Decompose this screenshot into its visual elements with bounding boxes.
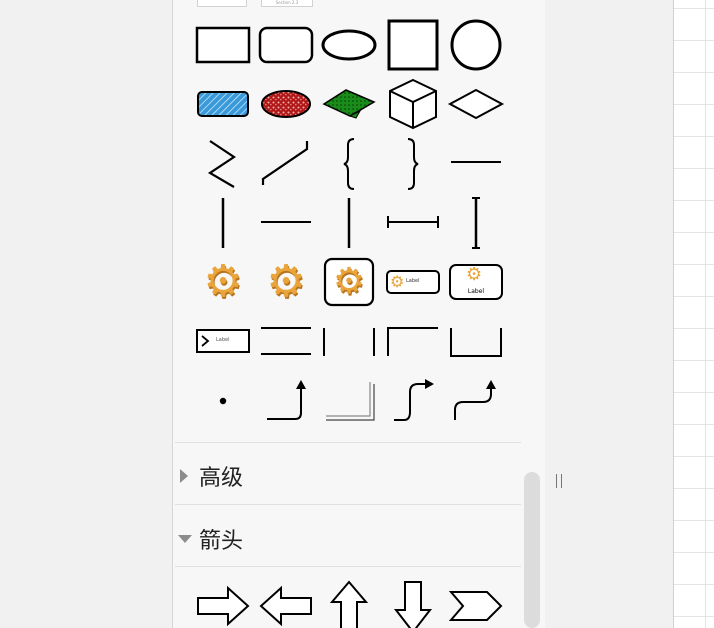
section-title-arrows: 箭头 (199, 529, 244, 554)
ellipse-icon[interactable] (320, 16, 378, 74)
right-brace-icon[interactable] (384, 135, 442, 193)
section-header-arrows[interactable]: 箭头 (173, 515, 521, 559)
gear-icon: ⚙ (466, 264, 483, 285)
labeled-play-box-icon[interactable]: Label (194, 312, 252, 370)
square-icon[interactable] (384, 16, 442, 74)
gear-in-rounded-box-icon[interactable]: ⚙ (320, 253, 378, 311)
panel-splitter[interactable] (545, 0, 673, 628)
arrow-up-icon[interactable] (320, 576, 378, 628)
rounded-rectangle-icon[interactable] (257, 16, 315, 74)
shadow-corner-icon[interactable] (320, 372, 378, 430)
section-divider (175, 504, 521, 505)
gear-box-label: Label (406, 278, 420, 284)
zigzag-line-icon[interactable] (194, 135, 252, 193)
horizontal-dimension-icon[interactable] (384, 194, 442, 252)
red-textured-ellipse-icon[interactable] (257, 76, 315, 134)
vertical-line-icon[interactable] (194, 194, 252, 252)
gear-icon: ⚙ (390, 272, 405, 291)
hatched-rectangle-icon[interactable] (194, 76, 252, 134)
left-gutter (0, 0, 172, 628)
chevron-right-icon[interactable] (447, 576, 505, 628)
gear-icon[interactable]: ⚙ (194, 253, 252, 311)
vertical-dimension-icon[interactable] (447, 194, 505, 252)
play-box-label: Label (216, 337, 230, 343)
curved-arrow-right-icon[interactable] (384, 372, 442, 430)
rhombus-icon[interactable] (447, 76, 505, 134)
gear-labeled-box-icon[interactable]: ⚙ Label (384, 253, 442, 311)
cube-icon[interactable] (384, 76, 442, 134)
arrow-right-icon[interactable] (194, 576, 252, 628)
section-divider (175, 442, 521, 443)
vertical-pair-lines-icon[interactable] (320, 312, 378, 370)
section-title-advanced: 高级 (199, 466, 244, 491)
gear-icon: ⚙ (332, 261, 366, 302)
circle-icon[interactable] (447, 16, 505, 74)
left-brace-icon[interactable] (320, 135, 378, 193)
curved-arrow-up-icon[interactable] (447, 372, 505, 430)
horizontal-line-icon[interactable] (257, 194, 315, 252)
arrow-left-icon[interactable] (257, 576, 315, 628)
section-header-advanced[interactable]: 高级 (173, 452, 521, 496)
vertical-line-icon[interactable] (320, 194, 378, 252)
elbow-arrow-up-icon[interactable] (257, 372, 315, 430)
slanted-connector-icon[interactable] (257, 135, 315, 193)
collapsed-arrow-icon (180, 469, 188, 483)
double-horizontal-line-icon[interactable] (257, 312, 315, 370)
rectangle-icon[interactable] (194, 16, 252, 74)
section-divider (175, 566, 521, 567)
arrow-down-icon[interactable] (384, 576, 442, 628)
mini-tab-label: Section 2.3 (275, 0, 299, 5)
gear-card-label: Label (467, 288, 485, 295)
dot-icon[interactable] (194, 372, 252, 430)
gear-label-card-icon[interactable]: ⚙ Label (447, 253, 505, 311)
splitter-grip-icon[interactable] (556, 474, 562, 488)
corner-bracket-icon[interactable] (384, 312, 442, 370)
top-mini-tab-section[interactable]: Section 2.3 (261, 0, 313, 7)
shape-library-panel: Section 2.3 ⚙ ⚙ ⚙ ⚙ Label ⚙ Label Label … (172, 0, 546, 628)
horizontal-line-icon[interactable] (447, 135, 505, 193)
diagram-canvas[interactable] (673, 0, 714, 628)
u-bracket-icon[interactable] (447, 312, 505, 370)
expanded-arrow-icon (178, 535, 192, 543)
gear-icon[interactable]: ⚙ (257, 253, 315, 311)
panel-scrollbar[interactable] (524, 472, 540, 628)
green-textured-rhombus-icon[interactable] (320, 76, 378, 134)
top-mini-tab[interactable] (197, 0, 247, 7)
